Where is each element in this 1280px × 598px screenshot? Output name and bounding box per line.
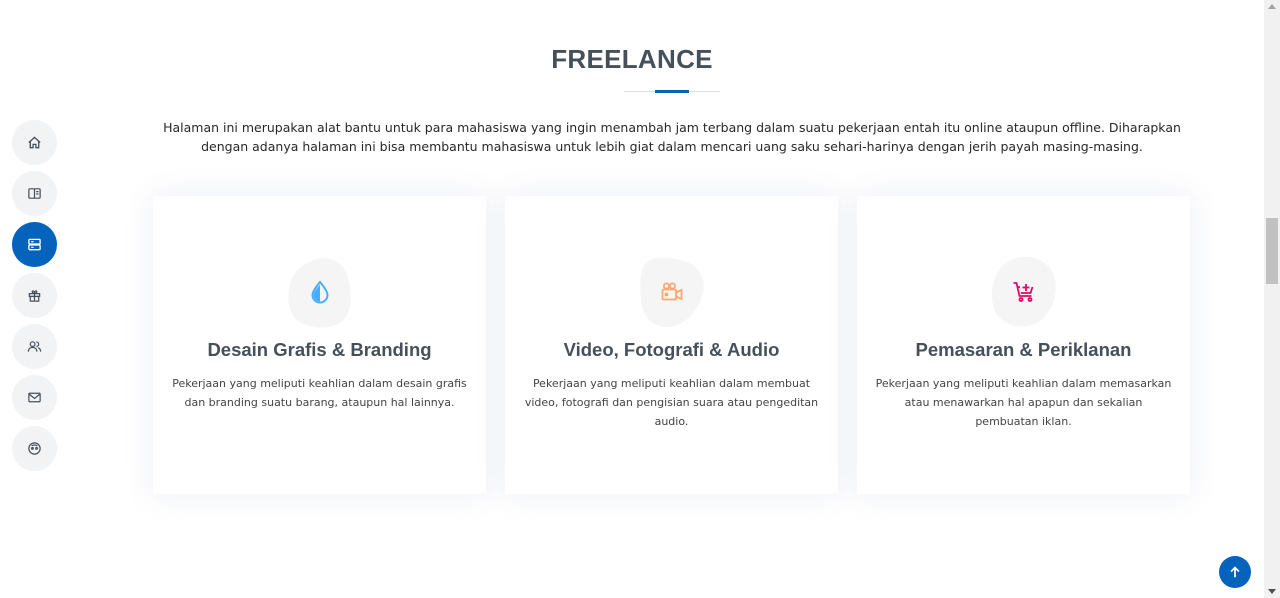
- service-card-video: Video, Fotografi & Audio Pekerjaan yang …: [505, 196, 838, 494]
- nav-item-portfolio[interactable]: [12, 273, 57, 318]
- section-title: FREELANCE: [551, 44, 713, 74]
- home-icon: [28, 136, 41, 149]
- card-icon-wrap: [991, 256, 1057, 328]
- nav-item-profile[interactable]: [12, 426, 57, 471]
- gift-icon: [28, 290, 41, 302]
- scroll-down-arrow[interactable]: [1268, 589, 1276, 594]
- server-icon: [28, 238, 41, 251]
- scroll-up-arrow[interactable]: [1268, 4, 1276, 9]
- nav-item-team[interactable]: [12, 324, 57, 369]
- droplet-icon: [310, 280, 329, 304]
- smiley-icon: [28, 442, 41, 455]
- service-card-marketing: Pemasaran & Periklanan Pekerjaan yang me…: [857, 196, 1190, 494]
- nav-item-freelance[interactable]: [12, 222, 57, 267]
- cart-plus-icon: [1013, 282, 1033, 302]
- service-card-design: Desain Grafis & Branding Pekerjaan yang …: [153, 196, 486, 494]
- card-icon-wrap: [287, 256, 353, 328]
- back-to-top-button[interactable]: [1219, 556, 1251, 588]
- video-camera-icon: [661, 282, 682, 301]
- card-title: Desain Grafis & Branding: [207, 339, 432, 360]
- nav-item-home[interactable]: [12, 120, 57, 165]
- card-title: Pemasaran & Periklanan: [915, 339, 1132, 360]
- book-icon: [28, 188, 41, 199]
- card-description: Pekerjaan yang meliputi keahlian dalam d…: [172, 377, 467, 409]
- arrow-up-icon: [1230, 566, 1240, 578]
- card-description: Pekerjaan yang meliputi keahlian dalam m…: [524, 377, 819, 428]
- nav-item-contact[interactable]: [12, 375, 57, 420]
- section-intro: Halaman ini merupakan alat bantu untuk p…: [163, 120, 1181, 154]
- title-divider-accent: [655, 90, 689, 93]
- page-scrollbar[interactable]: [1264, 0, 1280, 598]
- users-icon: [27, 341, 42, 352]
- scroll-thumb[interactable]: [1266, 218, 1278, 284]
- nav-item-resume[interactable]: [12, 171, 57, 216]
- card-title: Video, Fotografi & Audio: [563, 339, 780, 360]
- card-icon-wrap: [639, 256, 705, 328]
- envelope-icon: [28, 392, 41, 403]
- card-description: Pekerjaan yang meliputi keahlian dalam m…: [875, 377, 1172, 428]
